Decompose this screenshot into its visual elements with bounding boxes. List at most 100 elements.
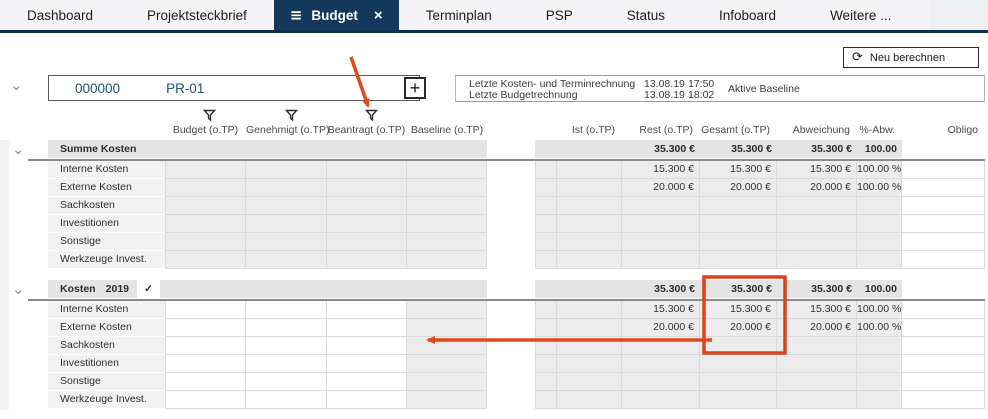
cell-rest: 20.000 € <box>622 179 700 197</box>
project-name: PR-01 <box>166 81 204 96</box>
column-header-rest: Rest (o.TP) <box>620 124 700 136</box>
cell-ist <box>557 355 622 373</box>
tab-infoboard[interactable]: Infoboard <box>692 0 803 30</box>
tab-weitere[interactable]: Weitere ... <box>803 0 918 30</box>
input-cell-genehmigt[interactable] <box>246 373 326 391</box>
tab-budget[interactable]: ≡ Budget × <box>274 0 399 30</box>
tab-psp[interactable]: PSP <box>519 0 600 30</box>
cell-abweichung: 20.000 € <box>777 179 857 197</box>
input-cell-beantragt[interactable] <box>327 355 407 373</box>
cell-pct: 100.00 % <box>857 161 902 179</box>
input-cell-budget[interactable] <box>165 301 246 319</box>
table-row: Investitionen <box>48 355 487 373</box>
input-cell-genehmigt[interactable] <box>246 355 326 373</box>
table-row <box>535 251 985 269</box>
cell-pct <box>857 337 902 355</box>
group-band-kosten-2019[interactable]: Kosten 2019 ✓ <box>48 280 487 298</box>
column-header-genehmigt: Genehmigt (o.TP) <box>246 124 326 136</box>
project-selector[interactable]: 000000 PR-01 <box>48 75 420 101</box>
cell-pct: 100.00 % <box>857 301 902 319</box>
cell-ist <box>557 215 622 233</box>
group-year: 2019 <box>106 280 129 298</box>
cell-baseline <box>407 355 487 373</box>
cell-obligo <box>902 391 985 409</box>
input-cell-beantragt[interactable] <box>327 391 407 409</box>
cell-pct: 100.00 % <box>857 319 902 337</box>
cell-obligo <box>902 233 985 251</box>
input-cell-budget[interactable] <box>165 319 246 337</box>
table-row: Externe Kosten <box>48 179 487 197</box>
cell-obligo <box>902 373 985 391</box>
cell-abweichung <box>777 391 857 409</box>
total-rest: 35.300 € <box>622 140 700 158</box>
input-cell-genehmigt[interactable] <box>246 319 326 337</box>
input-cell-genehmigt[interactable] <box>246 337 326 355</box>
cell-budget <box>165 233 246 251</box>
input-cell-budget[interactable] <box>165 373 246 391</box>
cell-baseline <box>407 337 487 355</box>
cell-ist <box>557 301 622 319</box>
input-cell-genehmigt[interactable] <box>246 391 326 409</box>
column-header-baseline: Baseline (o.TP) <box>407 124 487 136</box>
cell-genehmigt <box>246 251 326 269</box>
info-label: Letzte Budgetrechnung <box>469 89 578 101</box>
recalculate-button[interactable]: ⟳ Neu berechnen <box>843 47 979 68</box>
tab-status[interactable]: Status <box>600 0 692 30</box>
table-row: Investitionen <box>48 215 487 233</box>
filter-icon[interactable] <box>365 109 378 122</box>
filter-icon[interactable] <box>285 109 298 122</box>
table-row: Werkzeuge Invest. <box>48 391 487 409</box>
cell-baseline <box>407 161 487 179</box>
input-cell-budget[interactable] <box>165 337 246 355</box>
input-cell-beantragt[interactable] <box>327 337 407 355</box>
project-expand-chevron-icon[interactable]: ⌄ <box>10 80 23 90</box>
check-icon[interactable]: ✓ <box>137 280 160 298</box>
cell-abweichung <box>777 251 857 269</box>
tab-projektsteckbrief[interactable]: Projektsteckbrief <box>120 0 274 30</box>
cell-genehmigt <box>246 161 326 179</box>
table-row <box>535 197 985 215</box>
cell-budget <box>165 197 246 215</box>
cell-gesamt <box>700 197 777 215</box>
input-cell-beantragt[interactable] <box>327 373 407 391</box>
input-cell-budget[interactable] <box>165 391 246 409</box>
active-baseline-label: Aktive Baseline <box>728 83 800 95</box>
cell-gesamt <box>700 337 777 355</box>
cell-pct <box>857 215 902 233</box>
cell-abweichung: 20.000 € <box>777 319 857 337</box>
cell-beantragt <box>327 251 407 269</box>
cell-ist <box>557 391 622 409</box>
tab-terminplan[interactable]: Terminplan <box>399 0 519 30</box>
group-expand-chevron-icon[interactable]: ⌄ <box>12 144 25 154</box>
table-row: Werkzeuge Invest. <box>48 251 487 269</box>
cell-rest <box>622 373 700 391</box>
cell-gesamt <box>700 373 777 391</box>
total-gesamt: 35.300 € <box>700 140 777 158</box>
cell-pct <box>857 355 902 373</box>
cell-budget <box>165 215 246 233</box>
group-expand-chevron-icon[interactable]: ⌄ <box>12 284 25 294</box>
cell-abweichung <box>777 233 857 251</box>
input-cell-beantragt[interactable] <box>327 301 407 319</box>
total-abweichung: 35.300 € <box>777 140 857 158</box>
tab-dashboard[interactable]: Dashboard <box>0 0 120 30</box>
input-cell-budget[interactable] <box>165 355 246 373</box>
cell-obligo <box>902 179 985 197</box>
input-cell-beantragt[interactable] <box>327 319 407 337</box>
cell-ist <box>557 197 622 215</box>
cell-gesamt: 15.300 € <box>700 301 777 319</box>
cell-baseline <box>407 233 487 251</box>
filter-icon[interactable] <box>203 109 216 122</box>
group-band-summe-kosten[interactable]: Summe Kosten <box>48 140 487 158</box>
close-tab-icon[interactable]: × <box>374 7 383 24</box>
cell-obligo <box>902 319 985 337</box>
input-cell-genehmigt[interactable] <box>246 301 326 319</box>
table-row: 15.300 € 15.300 € 15.300 € 100.00 % <box>535 161 985 179</box>
table-row <box>535 233 985 251</box>
add-button[interactable]: + <box>404 77 426 99</box>
cell-abweichung <box>777 373 857 391</box>
group-band-totals: 35.300 € 35.300 € 35.300 € 100.00 % <box>535 140 985 158</box>
table-row: 15.300 € 15.300 € 15.300 € 100.00 % <box>535 301 985 319</box>
tab-budget-label: Budget <box>311 8 358 23</box>
cell-budget <box>165 161 246 179</box>
